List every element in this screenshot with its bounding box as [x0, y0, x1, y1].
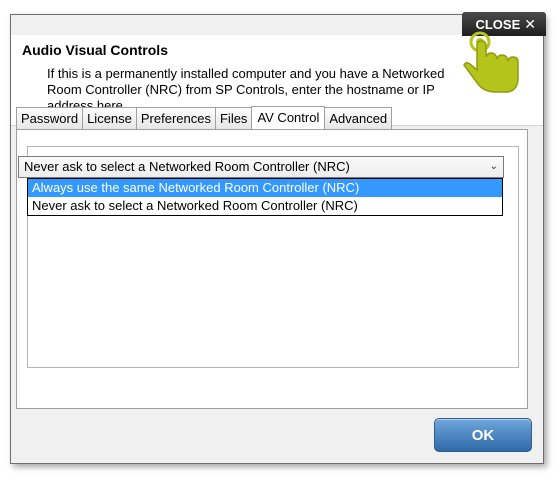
- tab-preferences[interactable]: Preferences: [135, 107, 216, 129]
- dropdown-option-never-ask[interactable]: Never ask to select a Networked Room Con…: [28, 197, 502, 215]
- nrc-select-value: Never ask to select a Networked Room Con…: [24, 159, 350, 174]
- close-icon: ✕: [524, 15, 536, 32]
- nrc-select[interactable]: Never ask to select a Networked Room Con…: [18, 156, 504, 178]
- tab-password[interactable]: Password: [16, 107, 84, 129]
- tab-advanced[interactable]: Advanced: [324, 107, 393, 129]
- dropdown-option-always-same[interactable]: Always use the same Networked Room Contr…: [28, 179, 502, 197]
- pointing-hand-icon: [463, 31, 519, 93]
- tab-license[interactable]: License: [82, 107, 137, 129]
- chevron-down-icon: ⌄: [489, 161, 498, 172]
- tab-av-control[interactable]: AV Control: [251, 106, 326, 129]
- dialog-title: Audio Visual Controls: [22, 42, 168, 58]
- tab-bar: Password License Preferences Files AV Co…: [16, 106, 393, 129]
- ok-button[interactable]: OK: [434, 418, 532, 452]
- nrc-dropdown-list: Always use the same Networked Room Contr…: [27, 178, 503, 216]
- tab-files[interactable]: Files: [214, 107, 253, 129]
